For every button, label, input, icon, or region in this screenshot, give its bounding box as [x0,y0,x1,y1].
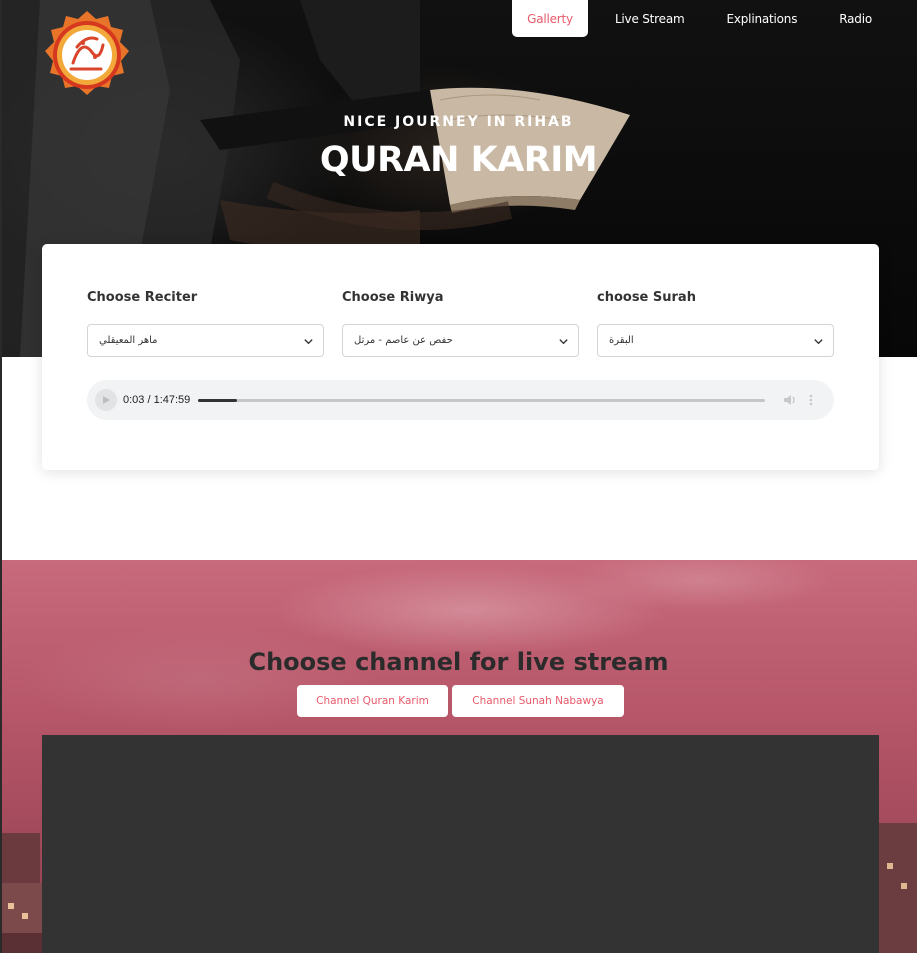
volume-icon[interactable] [782,392,798,408]
audio-player-card: Choose Reciter ماهر المعيقلي Choose Riwy… [42,244,879,470]
surah-select-value: البقرة [609,335,634,346]
audio-progress-fill [198,398,237,402]
main-nav: Gallerty Live Stream Explinations Radio [512,0,887,37]
chevron-down-icon [814,339,823,345]
audio-progress-bar[interactable] [198,398,765,402]
play-button[interactable] [95,389,117,411]
nav-radio[interactable]: Radio [824,0,887,37]
quran-logo[interactable] [42,10,132,100]
channel-quran-karim-button[interactable]: Channel Quran Karim [297,685,448,717]
riwya-select-value: حفص عن عاصم - مرتل [354,335,453,346]
nav-gallery[interactable]: Gallerty [512,0,588,37]
channel-buttons: Channel Quran Karim Channel Sunah Nabawy… [297,685,624,717]
riwya-select[interactable]: حفص عن عاصم - مرتل [342,324,579,357]
reciter-label: Choose Reciter [87,290,198,305]
surah-field: choose Surah البقرة [597,290,834,357]
riwya-field: Choose Riwya حفص عن عاصم - مرتل [342,290,579,357]
riwya-label: Choose Riwya [342,290,444,305]
more-options-icon[interactable] [806,392,816,408]
reciter-field: Choose Reciter ماهر المعيقلي [87,290,324,357]
channel-sunah-nabawya-button[interactable]: Channel Sunah Nabawya [452,685,624,717]
live-stream-title: Choose channel for live stream [248,648,669,676]
hero-title: QURAN KARIM [319,140,598,180]
window-left-edge [0,0,2,953]
nav-live-stream[interactable]: Live Stream [600,0,700,37]
audio-player: 0:03 / 1:47:59 [87,380,834,420]
nav-explanations[interactable]: Explinations [711,0,812,37]
chevron-down-icon [304,339,313,345]
audio-time: 0:03 / 1:47:59 [123,394,191,406]
live-video-player[interactable] [42,735,879,953]
hero-subtitle: NICE JOURNEY IN RIHAB [343,114,574,130]
reciter-select[interactable]: ماهر المعيقلي [87,324,324,357]
surah-select[interactable]: البقرة [597,324,834,357]
surah-label: choose Surah [597,290,696,305]
chevron-down-icon [559,339,568,345]
reciter-select-value: ماهر المعيقلي [99,335,158,346]
play-icon [103,396,110,404]
live-stream-section: Choose channel for live stream Channel Q… [0,560,917,953]
